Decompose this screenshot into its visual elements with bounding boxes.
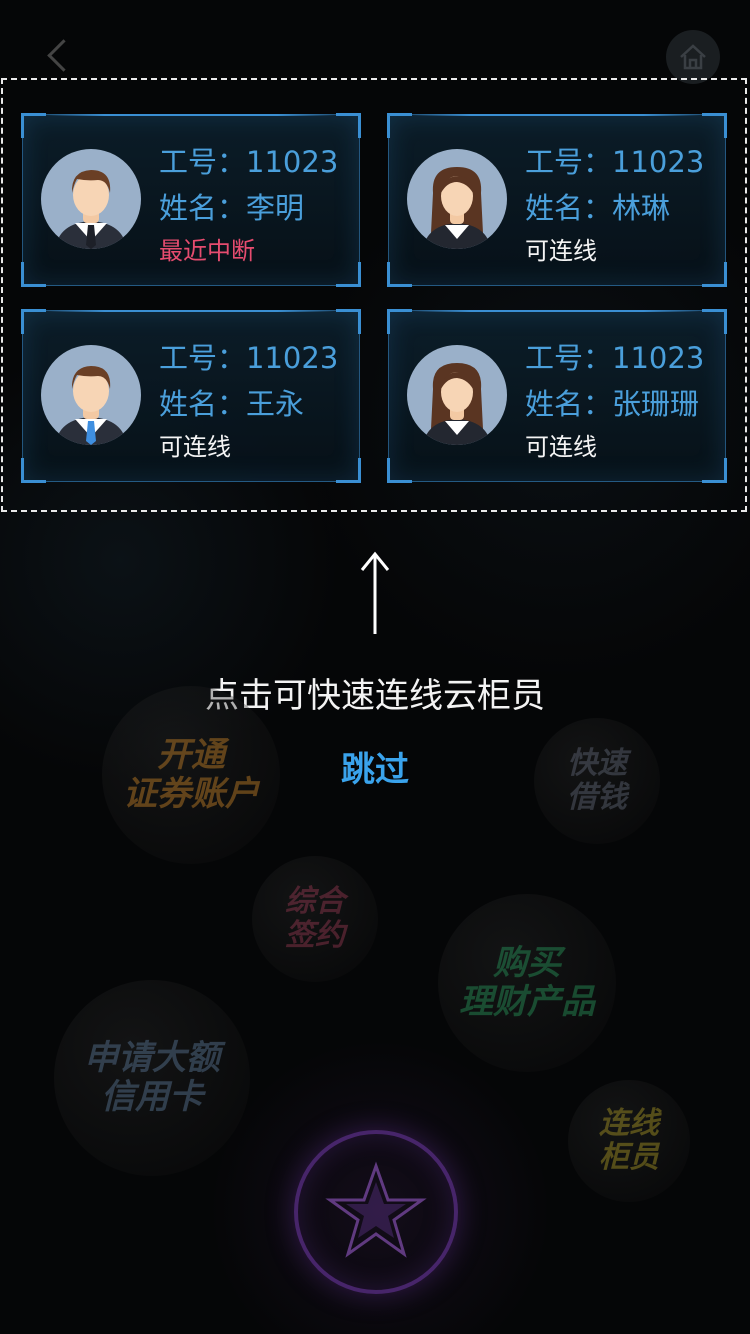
star-logo-icon — [325, 1161, 427, 1258]
employee-id-value: 11023 — [612, 145, 705, 179]
card-corner — [702, 458, 727, 483]
card-top-line — [47, 114, 335, 116]
agent-name: 李明 — [246, 191, 305, 225]
agent-status: 可连线 — [159, 433, 231, 461]
card-corner — [336, 113, 361, 138]
card-corner — [336, 458, 361, 483]
card-corner — [702, 113, 727, 138]
employee-id-label: 工号： — [159, 341, 247, 375]
employee-id-label: 工号： — [525, 341, 613, 375]
card-corner — [336, 309, 361, 334]
card-corner — [387, 458, 412, 483]
bubble-label: 信用卡 — [101, 1077, 203, 1117]
card-corner — [387, 113, 412, 138]
bubble-label: 理财产品 — [459, 982, 595, 1022]
card-corner — [336, 262, 361, 287]
name-label: 姓名： — [159, 191, 247, 225]
employee-id-label: 工号： — [525, 145, 613, 179]
service-bubble-sign[interactable]: 综合 签约 — [252, 856, 378, 982]
service-bubble-quick-loan[interactable]: 快速 借钱 — [534, 718, 660, 844]
male-avatar-icon — [41, 345, 141, 445]
card-corner — [21, 309, 46, 334]
service-bubble-credit-card[interactable]: 申请大额 信用卡 — [54, 980, 250, 1176]
agent-name: 林琳 — [612, 191, 671, 225]
card-top-line — [47, 310, 335, 312]
employee-id-value: 11023 — [612, 341, 705, 375]
female-avatar-icon — [407, 149, 507, 249]
agent-name: 王永 — [246, 387, 305, 421]
bubble-label: 证券账户 — [123, 774, 259, 814]
bubble-label: 柜员 — [599, 1140, 659, 1175]
employee-id-value: 11023 — [246, 145, 339, 179]
card-corner — [21, 262, 46, 287]
agent-card[interactable]: 工号：11023 姓名：林琳 可连线 — [387, 113, 727, 287]
employee-id-value: 11023 — [246, 341, 339, 375]
bubble-label: 开通 — [157, 734, 225, 775]
bubble-label: 购买 — [493, 942, 561, 983]
hint-text: 点击可快速连线云柜员 — [205, 676, 545, 716]
employee-id-label: 工号： — [159, 145, 247, 179]
card-top-line — [413, 310, 701, 312]
bubble-label: 签约 — [285, 918, 345, 953]
name-label: 姓名： — [159, 387, 247, 421]
chevron-left-icon — [47, 39, 80, 72]
service-bubble-buy-products[interactable]: 购买 理财产品 — [438, 894, 616, 1072]
center-connect-button[interactable] — [294, 1130, 458, 1294]
bubble-label: 综合 — [285, 883, 345, 919]
bubble-label: 申请大额 — [84, 1037, 220, 1078]
home-button[interactable] — [666, 30, 720, 84]
arrow-up-icon — [360, 551, 390, 634]
bubble-label: 快速 — [567, 745, 627, 781]
card-corner — [702, 309, 727, 334]
agent-card[interactable]: 工号：11023 姓名：王永 可连线 — [21, 309, 361, 483]
card-corner — [702, 262, 727, 287]
service-bubble-connect-teller[interactable]: 连线 柜员 — [568, 1080, 690, 1202]
agent-status: 可连线 — [525, 237, 597, 265]
agent-status: 可连线 — [525, 433, 597, 461]
card-corner — [387, 262, 412, 287]
card-corner — [21, 113, 46, 138]
card-corner — [387, 309, 412, 334]
female-avatar-icon — [407, 345, 507, 445]
name-label: 姓名： — [525, 387, 613, 421]
name-label: 姓名： — [525, 191, 613, 225]
agent-name: 张珊珊 — [612, 387, 700, 421]
card-top-line — [413, 114, 701, 116]
bubble-label: 连线 — [599, 1105, 659, 1141]
agent-card[interactable]: 工号：11023 姓名：李明 最近中断 — [21, 113, 361, 287]
service-bubble-open-account[interactable]: 开通 证券账户 — [102, 686, 280, 864]
home-icon — [680, 44, 706, 70]
bubble-label: 借钱 — [567, 780, 627, 815]
card-corner — [21, 458, 46, 483]
agent-status: 最近中断 — [159, 237, 255, 265]
male-avatar-icon — [41, 149, 141, 249]
agent-card[interactable]: 工号：11023 姓名：张珊珊 可连线 — [387, 309, 727, 483]
